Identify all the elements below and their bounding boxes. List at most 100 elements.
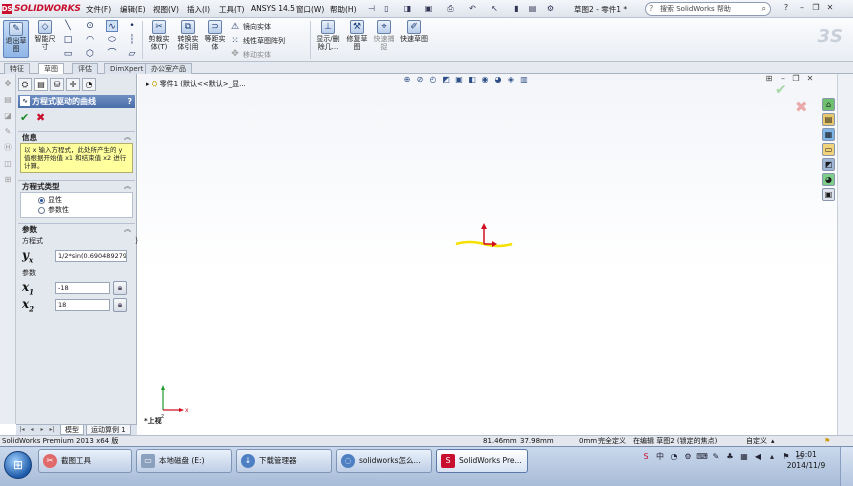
menu-edit[interactable]: 编辑(E): [120, 4, 146, 15]
menu-tools[interactable]: 工具(T): [219, 4, 244, 15]
input-mode-icon[interactable]: 中: [654, 451, 666, 463]
taskbar-browser[interactable]: ◌ solidworks怎么...: [336, 449, 432, 473]
graphics-area[interactable]: ▸ ⛭ 零件1 (默认<<默认>_显... ⊕ ⊘ ◴ ◩ ▣ ◧ ◉ ◕ ◈ …: [138, 74, 837, 435]
spline-icon[interactable]: ∿: [106, 20, 118, 32]
show-desktop-button[interactable]: [840, 447, 853, 486]
file-explorer-icon[interactable]: ▦: [822, 128, 835, 141]
display-delete-relations-button[interactable]: ⊥ 显示/删除几...: [314, 20, 342, 51]
settings-icon[interactable]: ⚙: [682, 451, 694, 463]
layer-icon[interactable]: ◫: [2, 158, 14, 170]
taskbar-solidworks[interactable]: S SolidWorks Pre...: [436, 449, 528, 473]
view-orientation-icon[interactable]: ▣: [454, 75, 464, 85]
taskbar-clock[interactable]: 16:01 2014/11/9: [786, 449, 826, 471]
tools-icon[interactable]: ✎: [710, 451, 722, 463]
equation-type-section-header[interactable]: 方程式类型 ︽: [18, 180, 135, 191]
close-icon[interactable]: ✕: [824, 3, 836, 14]
open-file-icon[interactable]: ◨: [402, 3, 413, 14]
mirror-entities-button[interactable]: 镜向实体: [243, 22, 271, 32]
sketch-fillet-icon[interactable]: ⌒: [106, 48, 118, 60]
tab-model[interactable]: 模型: [60, 425, 84, 435]
sogou-input-icon[interactable]: S: [640, 451, 652, 463]
parameters-section-header[interactable]: 参数 ︽: [18, 223, 135, 234]
ok-check-icon[interactable]: ✔: [20, 111, 29, 124]
design-library-icon[interactable]: ▤: [822, 113, 835, 126]
repair-sketch-button[interactable]: ⚒ 修复草图: [345, 20, 369, 51]
search-icon[interactable]: ⌕: [762, 3, 766, 15]
feature-manager-tab-icon[interactable]: ⛭: [18, 78, 32, 91]
save-icon[interactable]: ▣: [423, 3, 434, 14]
message-section-header[interactable]: 信息 ︽: [18, 131, 135, 142]
select-arrow-icon[interactable]: ↖: [489, 3, 500, 14]
slot-icon[interactable]: ▭: [62, 48, 74, 60]
tab-features[interactable]: 特征: [4, 63, 30, 74]
tray-expand-icon[interactable]: ▴: [766, 451, 778, 463]
notification-icon[interactable]: ⚑: [824, 436, 830, 446]
hide-show-items-icon[interactable]: ◉: [480, 75, 490, 85]
arc-icon[interactable]: ◠: [84, 34, 96, 46]
menu-view[interactable]: 视图(V): [153, 4, 179, 15]
view-restore-icon[interactable]: ❐: [791, 74, 801, 84]
menu-insert[interactable]: 插入(I): [187, 4, 210, 15]
menu-ansys[interactable]: ANSYS 14.5: [251, 4, 295, 13]
move-icon[interactable]: ✥: [2, 78, 14, 90]
polygon-icon[interactable]: ⬡: [84, 48, 96, 60]
hal-icon[interactable]: Ⓗ: [2, 142, 14, 154]
x2-end-input[interactable]: 18: [55, 299, 110, 311]
view-palette-icon[interactable]: ◩: [822, 158, 835, 171]
section-view-icon[interactable]: ◩: [441, 75, 451, 85]
menu-window[interactable]: 窗口(W): [296, 4, 324, 15]
apply-scene-icon[interactable]: ◈: [506, 75, 516, 85]
sketch-icon[interactable]: ✎: [2, 126, 14, 138]
sketch-curve-and-origin[interactable]: [454, 222, 514, 252]
print-icon[interactable]: ⎙: [445, 3, 456, 14]
solidworks-resources-icon[interactable]: ⌂: [822, 98, 835, 111]
hide-icon[interactable]: ◪: [2, 110, 14, 122]
new-document-icon[interactable]: ▯: [381, 3, 392, 14]
zoom-to-fit-icon[interactable]: ⊕: [402, 75, 412, 85]
help-icon[interactable]: ?: [127, 95, 132, 108]
menu-help[interactable]: 帮助(H): [330, 4, 357, 15]
view-tile-icon[interactable]: ⊞: [764, 74, 774, 84]
punctuation-icon[interactable]: ◔: [668, 451, 680, 463]
tab-motion-study[interactable]: 运动算例 1: [86, 425, 131, 435]
configuration-manager-tab-icon[interactable]: ⛁: [50, 78, 64, 91]
menu-file[interactable]: 文件(F): [86, 4, 111, 15]
display-manager-tab-icon[interactable]: ◔: [82, 78, 96, 91]
circle-icon[interactable]: ⊙: [84, 20, 96, 32]
explicit-radio-option[interactable]: 显性: [38, 195, 62, 205]
x2-lock-icon[interactable]: 🔒︎: [113, 298, 127, 312]
folder-icon[interactable]: ▭: [822, 143, 835, 156]
property-manager-tab-icon[interactable]: ▤: [34, 78, 48, 91]
keyboard-icon[interactable]: ⌨: [696, 451, 708, 463]
ellipse-icon[interactable]: ⬭: [106, 34, 118, 46]
solidworks-logo[interactable]: DS SOLIDWORKS: [2, 2, 81, 16]
trim-entities-button[interactable]: ✂ 剪裁实体(T): [146, 20, 172, 51]
taskbar-local-disk[interactable]: ▭ 本地磁盘 (E:): [136, 449, 232, 473]
appearances-icon[interactable]: ◕: [822, 173, 835, 186]
taskbar-snipping-tool[interactable]: ✂ 截图工具: [38, 449, 132, 473]
help-search-input[interactable]: ? 搜索 SolidWorks 帮助 ⌕: [645, 2, 771, 16]
smart-dimension-button[interactable]: ◇ 智能尺寸: [32, 20, 58, 51]
first-tab-arrow-icon[interactable]: |◂: [18, 426, 26, 434]
edit-appearance-icon[interactable]: ◕: [493, 75, 503, 85]
point-icon[interactable]: •: [126, 20, 138, 32]
grid-icon[interactable]: ⊞: [2, 174, 14, 186]
quick-snaps-button[interactable]: ⌖ 快速捕捉: [372, 20, 396, 51]
explicit-radio[interactable]: [38, 196, 45, 204]
start-button-icon[interactable]: ⊞: [4, 451, 32, 479]
rapid-sketch-button[interactable]: ✐ 快速草图: [400, 20, 428, 43]
expand-arrow-icon[interactable]: ▸: [146, 80, 150, 88]
note-icon[interactable]: ▤: [2, 94, 14, 106]
tab-dimxpert[interactable]: DimXpert: [104, 63, 150, 74]
tab-office-products[interactable]: 办公室产品: [145, 63, 192, 74]
confirm-ok-icon[interactable]: ✔: [775, 82, 787, 98]
pin-icon[interactable]: ⊣: [366, 3, 377, 14]
next-tab-arrow-icon[interactable]: ▸: [38, 426, 46, 434]
rebuild-icon[interactable]: ▮: [511, 3, 522, 14]
undo-icon[interactable]: ↶: [467, 3, 478, 14]
dropdown-arrow-icon[interactable]: ▴: [771, 436, 775, 446]
prev-tab-arrow-icon[interactable]: ◂: [28, 426, 36, 434]
tab-evaluate[interactable]: 评估: [72, 63, 98, 74]
help-question-button[interactable]: ?: [780, 3, 792, 14]
restore-icon[interactable]: ❐: [810, 3, 822, 14]
